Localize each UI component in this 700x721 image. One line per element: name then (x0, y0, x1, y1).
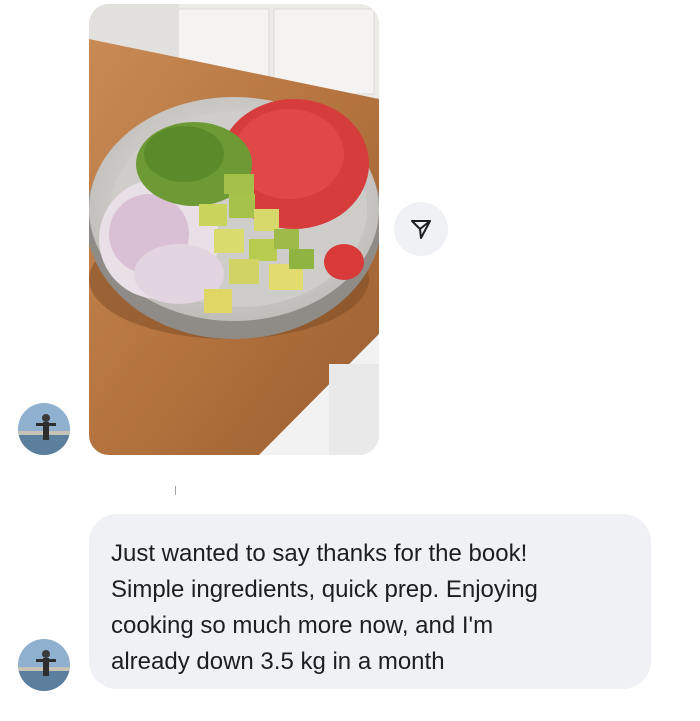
photo-message[interactable] (89, 4, 379, 455)
sender-avatar[interactable] (18, 639, 70, 691)
avatar-image (18, 639, 70, 691)
food-photo (89, 4, 379, 455)
message-line: Just wanted to say thanks for the book! (111, 540, 528, 567)
message-line: cooking so much more now, and I'm (111, 612, 494, 639)
message-line: already down 3.5 kg in a month (111, 648, 445, 675)
sender-avatar[interactable] (18, 403, 70, 455)
share-icon (411, 220, 431, 239)
message-bubble[interactable]: Just wanted to say thanks for the book! … (89, 514, 651, 689)
message-line: Simple ingredients, quick prep. Enjoying (111, 576, 538, 603)
avatar-image (18, 403, 70, 455)
timestamp-marker (175, 486, 176, 495)
share-button[interactable] (394, 202, 448, 256)
